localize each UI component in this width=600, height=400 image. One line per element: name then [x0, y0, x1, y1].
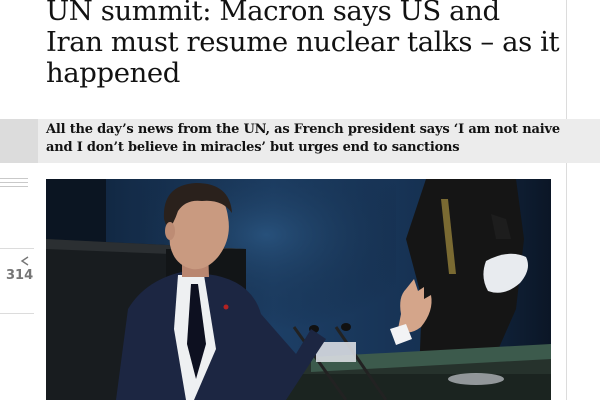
- standfirst-gutter: [0, 119, 38, 163]
- article-main-photo[interactable]: [46, 179, 551, 400]
- article-standfirst: All the day’s news from the UN, as Frenc…: [46, 122, 560, 155]
- right-gutter: [567, 0, 600, 400]
- share-icon[interactable]: [20, 256, 30, 266]
- photo-illustration: [46, 179, 551, 400]
- section-rule-lines: [0, 178, 28, 190]
- share-count-block[interactable]: 314: [0, 248, 34, 314]
- share-count: 314: [6, 268, 34, 283]
- article-headline: UN summit: Macron says US and Iran must …: [46, 0, 560, 89]
